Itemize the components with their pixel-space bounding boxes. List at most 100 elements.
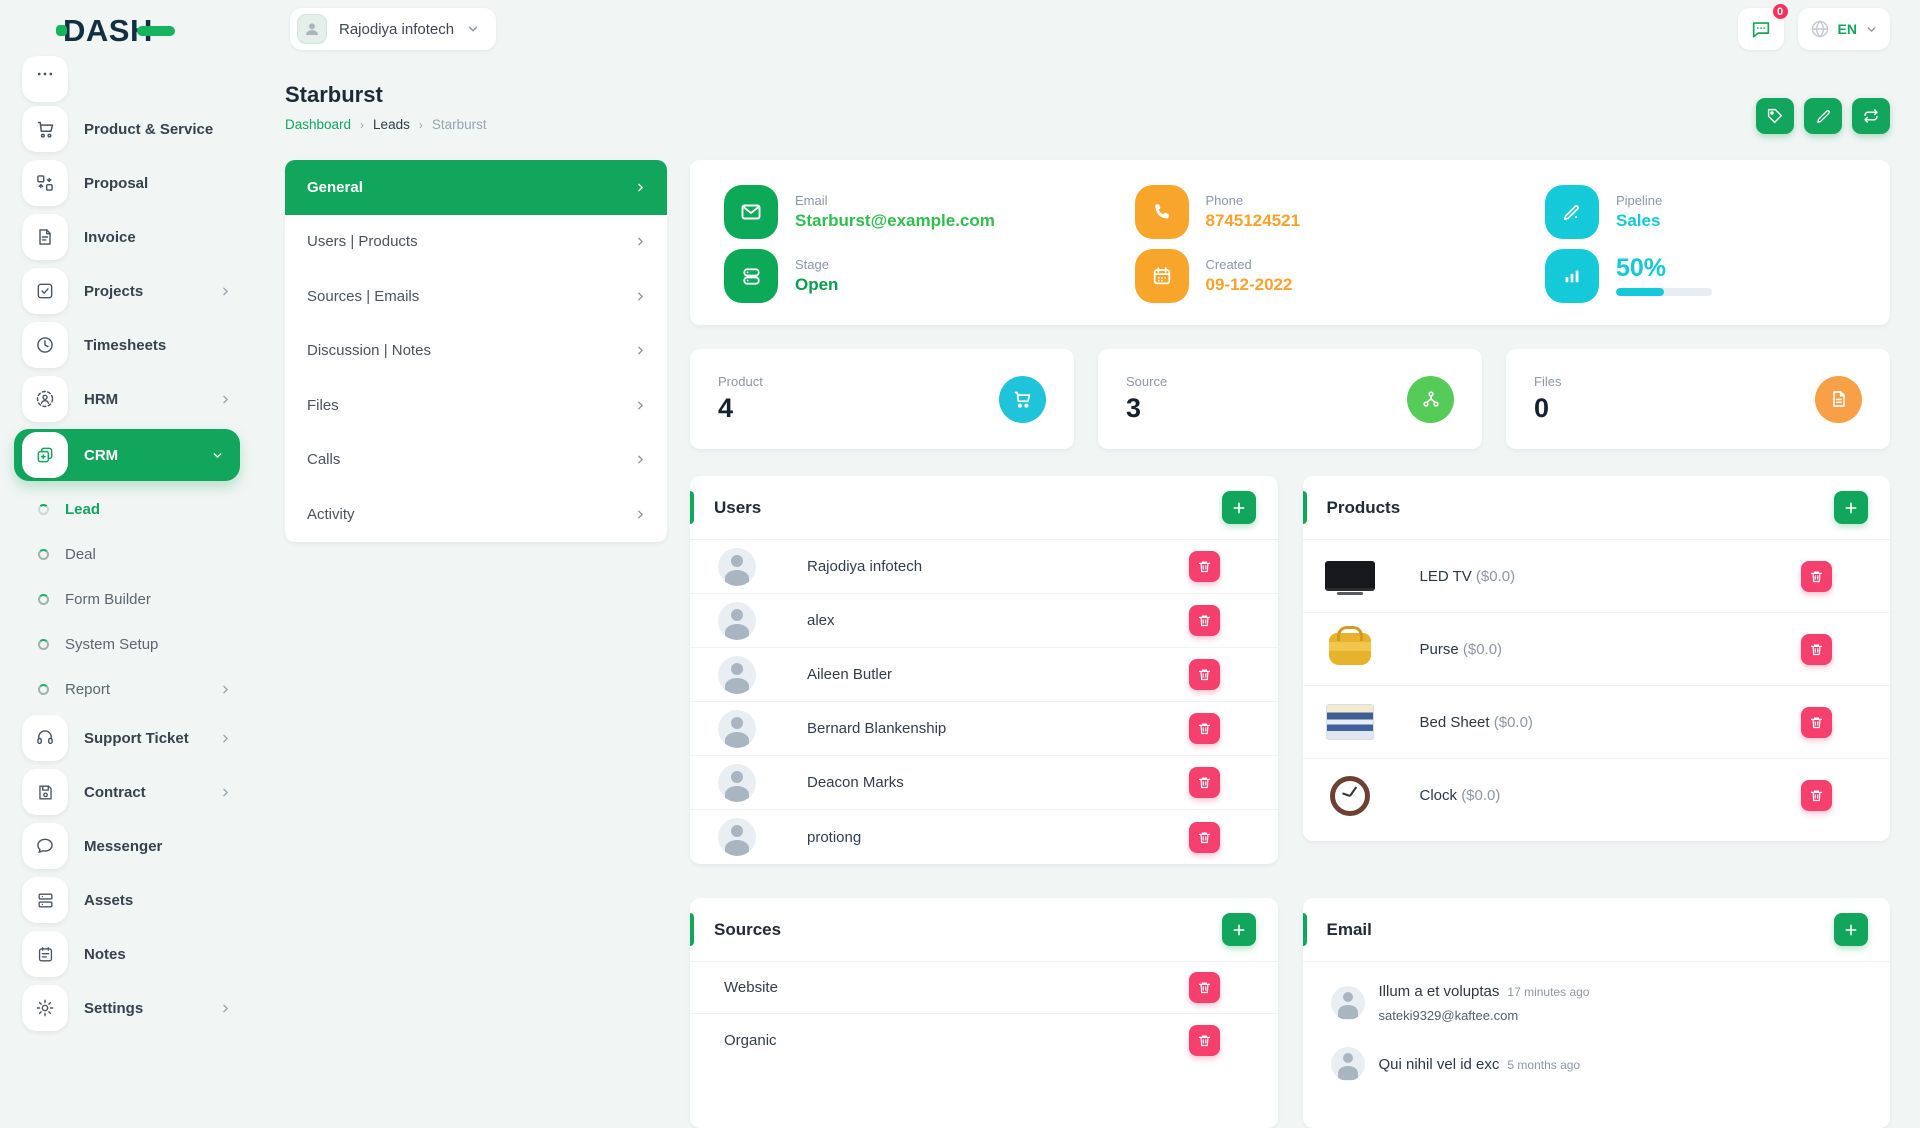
sidebar-item-invoice[interactable]: Invoice (0, 211, 248, 263)
edit-button[interactable] (1804, 98, 1842, 134)
more-dots-icon (22, 56, 68, 102)
breadcrumb-current: Starburst (432, 117, 487, 132)
messages-button[interactable]: 0 (1738, 8, 1784, 50)
add-email-button[interactable] (1834, 913, 1868, 946)
add-user-button[interactable] (1222, 491, 1256, 524)
sidebar-item-settings[interactable]: Settings (0, 982, 248, 1034)
sidebar-subitem-lead[interactable]: Lead (0, 487, 248, 532)
overview-email-label: Email (795, 193, 995, 208)
refresh-arrows-icon (1862, 107, 1880, 125)
avatar (718, 602, 756, 640)
trash-icon (1197, 559, 1212, 574)
stat-card-product: Product 4 (690, 349, 1074, 449)
trash-icon (1197, 721, 1212, 736)
delete-user-button[interactable] (1189, 605, 1220, 636)
convert-button[interactable] (1852, 98, 1890, 134)
sidebar-item-label: Invoice (84, 229, 136, 246)
chevron-right-icon (219, 786, 232, 799)
delete-source-button[interactable] (1189, 1025, 1220, 1056)
crm-icon (22, 432, 68, 478)
tab-general[interactable]: General (285, 160, 667, 215)
sidebar-item-more[interactable] (0, 57, 248, 101)
delete-source-button[interactable] (1189, 972, 1220, 1003)
tab-calls[interactable]: Calls (285, 433, 667, 488)
messages-badge: 0 (1771, 2, 1790, 21)
source-row: Organic (690, 1014, 1278, 1066)
page-title: Starburst (285, 82, 487, 108)
tab-users-products[interactable]: Users | Products (285, 215, 667, 270)
sidebar: Product & Service Proposal Invoice Proje… (0, 58, 248, 1080)
delete-user-button[interactable] (1189, 767, 1220, 798)
product-name: LED TV ($0.0) (1420, 568, 1516, 585)
lead-overview-card: Email Starburst@example.com Phone 874512… (690, 160, 1890, 325)
sidebar-item-label: Contract (84, 784, 146, 801)
delete-product-button[interactable] (1801, 780, 1832, 811)
cart-icon (22, 106, 68, 152)
trash-icon (1809, 642, 1824, 657)
sidebar-item-label: Notes (84, 946, 126, 963)
sidebar-item-contract[interactable]: Contract (0, 766, 248, 818)
sidebar-item-product-service[interactable]: Product & Service (0, 103, 248, 155)
stat-card-source: Source 3 (1098, 349, 1482, 449)
notes-icon (22, 931, 68, 977)
add-source-button[interactable] (1222, 913, 1256, 946)
tab-files[interactable]: Files (285, 378, 667, 433)
delete-user-button[interactable] (1189, 713, 1220, 744)
delete-user-button[interactable] (1189, 659, 1220, 690)
breadcrumb-leads-link[interactable]: Leads (373, 117, 410, 132)
sidebar-item-proposal[interactable]: Proposal (0, 157, 248, 209)
delete-user-button[interactable] (1189, 822, 1220, 853)
tab-activity[interactable]: Activity (285, 487, 667, 542)
tab-discussion-notes[interactable]: Discussion | Notes (285, 324, 667, 379)
clock-icon (22, 322, 68, 368)
chevron-right-icon (634, 290, 647, 303)
email-time: 17 minutes ago (1507, 985, 1589, 999)
sidebar-item-assets[interactable]: Assets (0, 874, 248, 926)
trash-icon (1809, 569, 1824, 584)
products-card-title: Products (1327, 498, 1401, 518)
person-icon (303, 20, 321, 38)
users-card-title: Users (714, 498, 761, 518)
sidebar-subitem-report[interactable]: Report (0, 667, 248, 712)
source-name: Organic (724, 1032, 777, 1049)
workspace-selector[interactable]: Rajodiya infotech (290, 8, 496, 50)
sidebar-item-crm[interactable]: CRM (14, 429, 240, 481)
overview-stage-value: Open (795, 275, 838, 295)
user-name: Bernard Blankenship (807, 720, 946, 737)
stat-label: Files (1534, 374, 1561, 389)
sidebar-item-hrm[interactable]: HRM (0, 373, 248, 425)
tab-sources-emails[interactable]: Sources | Emails (285, 269, 667, 324)
sidebar-item-messenger[interactable]: Messenger (0, 820, 248, 872)
product-name: Clock ($0.0) (1420, 787, 1501, 804)
sidebar-subitem-form-builder[interactable]: Form Builder (0, 577, 248, 622)
sidebar-item-label: Product & Service (84, 121, 213, 138)
product-row: Bed Sheet ($0.0) (1303, 686, 1891, 759)
sidebar-subitem-label: Form Builder (65, 591, 151, 608)
delete-product-button[interactable] (1801, 634, 1832, 665)
sidebar-item-label: Assets (84, 892, 133, 909)
email-from: sateki9329@kaftee.com (1379, 1008, 1590, 1023)
trash-icon (1197, 775, 1212, 790)
sidebar-subitem-deal[interactable]: Deal (0, 532, 248, 577)
delete-product-button[interactable] (1801, 707, 1832, 738)
add-product-button[interactable] (1834, 491, 1868, 524)
sidebar-item-projects[interactable]: Projects (0, 265, 248, 317)
sidebar-item-support-ticket[interactable]: Support Ticket (0, 712, 248, 764)
labels-button[interactable] (1756, 98, 1794, 134)
breadcrumb-dashboard-link[interactable]: Dashboard (285, 117, 351, 132)
stat-label: Product (718, 374, 763, 389)
chevron-down-icon (211, 449, 224, 462)
delete-product-button[interactable] (1801, 561, 1832, 592)
chevron-right-icon (634, 344, 647, 357)
avatar (1331, 1047, 1365, 1081)
delete-user-button[interactable] (1189, 551, 1220, 582)
sidebar-subitem-system-setup[interactable]: System Setup (0, 622, 248, 667)
email-card-title: Email (1327, 920, 1372, 940)
logo-dot (56, 25, 67, 36)
trash-icon (1197, 830, 1212, 845)
language-selector[interactable]: EN (1798, 8, 1890, 50)
sidebar-item-label: Settings (84, 1000, 143, 1017)
tab-label: Calls (307, 451, 340, 468)
sidebar-item-notes[interactable]: Notes (0, 928, 248, 980)
sidebar-item-timesheets[interactable]: Timesheets (0, 319, 248, 371)
